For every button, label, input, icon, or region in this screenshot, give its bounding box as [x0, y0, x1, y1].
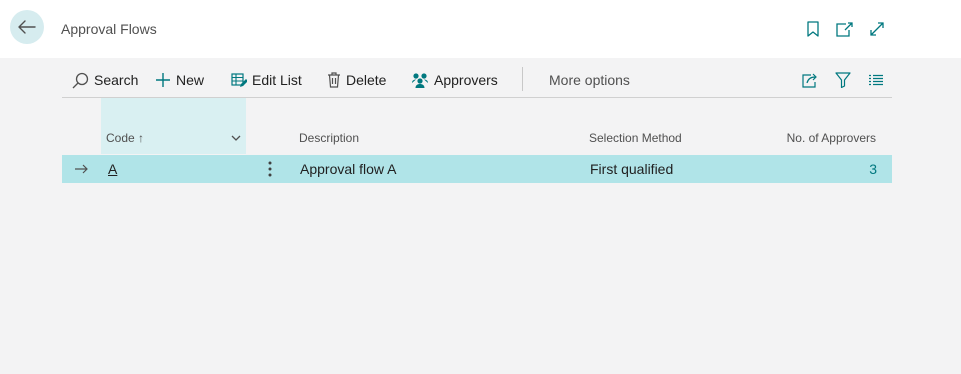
code-link[interactable]: A: [108, 161, 117, 177]
trash-icon: [327, 72, 341, 88]
plus-icon: [155, 72, 171, 88]
more-options-label: More options: [549, 72, 630, 88]
table-row[interactable]: A Approval flow A First qualified 3: [62, 155, 892, 183]
people-icon: [411, 72, 429, 88]
cell-selection-method: First qualified: [590, 161, 674, 177]
chevron-down-icon[interactable]: [230, 132, 242, 144]
page-header: Approval Flows: [0, 0, 961, 58]
toolbar-divider: [522, 67, 523, 91]
cell-no-of-approvers[interactable]: 3: [869, 161, 877, 177]
back-button[interactable]: [10, 10, 44, 44]
grid-header: Code ↑ Description Selection Method No. …: [62, 98, 892, 154]
more-options-button[interactable]: More options: [549, 70, 630, 90]
bookmark-icon[interactable]: [804, 20, 822, 38]
new-label: New: [176, 72, 205, 88]
column-header-no-of-approvers[interactable]: No. of Approvers: [787, 131, 876, 145]
share-icon[interactable]: [800, 70, 820, 90]
delete-label: Delete: [346, 72, 387, 88]
edit-list-label: Edit List: [252, 72, 302, 88]
list-view-icon[interactable]: [866, 70, 886, 90]
sort-ascending-icon: ↑: [138, 131, 145, 145]
filter-icon[interactable]: [833, 70, 853, 90]
cell-description: Approval flow A: [300, 161, 397, 177]
edit-list-icon: [231, 72, 247, 88]
code-header-label: Code: [106, 131, 135, 145]
new-button[interactable]: New: [155, 70, 204, 90]
action-bar: Search New Edit List Delete Approvers Mo…: [62, 62, 892, 98]
code-column-highlight: [101, 98, 246, 154]
expand-icon[interactable]: [868, 20, 886, 38]
column-header-code[interactable]: Code ↑: [106, 131, 144, 145]
column-header-description[interactable]: Description: [299, 131, 359, 145]
page-title: Approval Flows: [61, 21, 157, 37]
approvers-label: Approvers: [434, 72, 498, 88]
cell-code[interactable]: A: [108, 161, 117, 177]
row-menu-icon[interactable]: [264, 160, 276, 178]
back-arrow-icon: [18, 20, 36, 34]
column-header-selection-method[interactable]: Selection Method: [589, 131, 682, 145]
search-button[interactable]: Search: [72, 70, 138, 90]
row-indicator-arrow-icon: [74, 162, 90, 176]
open-new-window-icon[interactable]: [835, 20, 853, 38]
search-label: Search: [94, 72, 139, 88]
search-icon: [72, 72, 89, 89]
delete-button[interactable]: Delete: [327, 70, 386, 90]
approvers-button[interactable]: Approvers: [411, 70, 498, 90]
edit-list-button[interactable]: Edit List: [231, 70, 302, 90]
